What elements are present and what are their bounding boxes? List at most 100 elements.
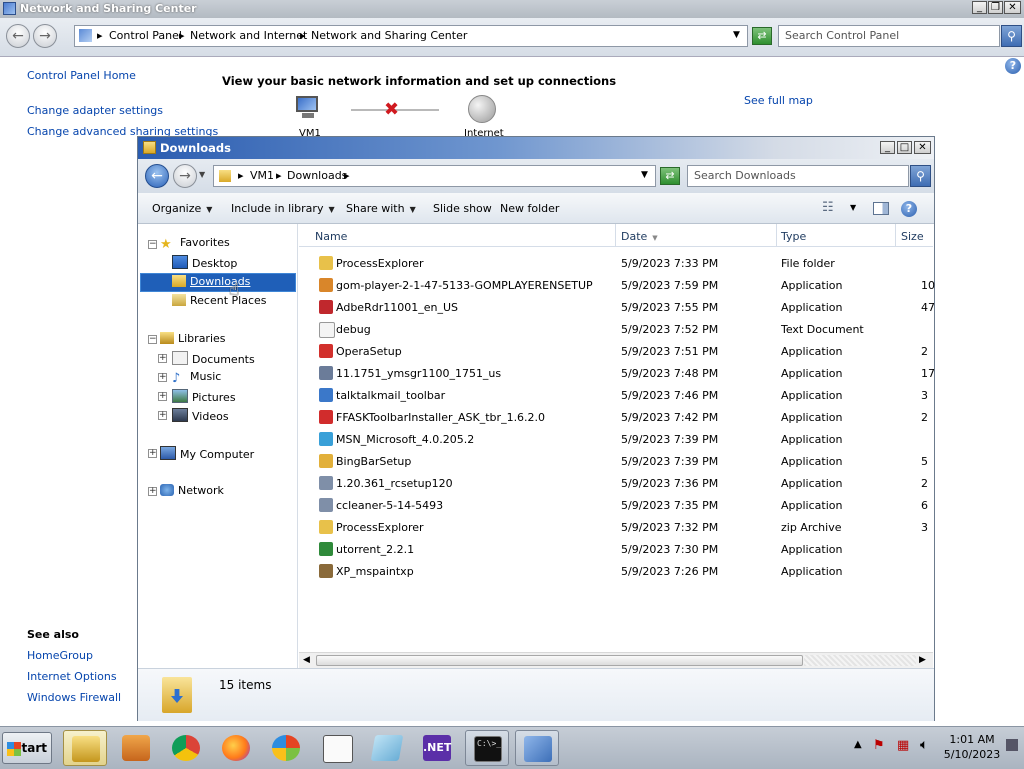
- volume-icon[interactable]: 🔈︎: [920, 737, 928, 753]
- horizontal-scrollbar[interactable]: ◀ ▶: [299, 652, 933, 669]
- column-header-name[interactable]: Name: [315, 230, 347, 243]
- recent-pages-dropdown-icon[interactable]: ▼: [199, 170, 205, 179]
- explorer-address-bar[interactable]: ▸ VM1 ▸ Downloads ▸ ▼: [213, 165, 656, 187]
- taskbar-control-panel-button[interactable]: [515, 730, 559, 766]
- taskbar-firefox-button[interactable]: [214, 730, 258, 766]
- table-row[interactable]: FFASKToolbarInstaller_ASK_tbr_1.6.2.0 5/9…: [299, 406, 933, 428]
- collapse-libraries-toggle[interactable]: −: [148, 335, 157, 344]
- nav-documents[interactable]: Documents: [172, 351, 255, 366]
- column-header-date[interactable]: Date ▼: [621, 230, 658, 243]
- table-row[interactable]: utorrent_2.2.1 5/9/2023 7:30 PM Applicatio…: [299, 538, 933, 560]
- taskbar-notepad-button[interactable]: [315, 730, 359, 766]
- table-row[interactable]: 11.1751_ymsgr1100_1751_us 5/9/2023 7:48 P…: [299, 362, 935, 384]
- column-header-size[interactable]: Size: [901, 230, 924, 243]
- table-row[interactable]: ProcessExplorer 5/9/2023 7:33 PM File fold…: [299, 252, 933, 274]
- table-row[interactable]: 1.20.361_rcsetup120 5/9/2023 7:36 PM Appli…: [299, 472, 933, 494]
- taskbar-dotnet-button[interactable]: .NET: [415, 730, 459, 766]
- nav-recent-places[interactable]: Recent Places: [172, 294, 267, 307]
- collapse-favorites-toggle[interactable]: −: [148, 240, 157, 249]
- nav-videos[interactable]: Videos: [172, 408, 229, 423]
- forward-button[interactable]: →: [33, 24, 57, 48]
- help-icon[interactable]: ?: [1005, 58, 1021, 74]
- restore-button[interactable]: ❐: [988, 1, 1003, 14]
- nav-music[interactable]: ♪ Music: [172, 370, 221, 386]
- explorer-search-input[interactable]: Search Downloads: [687, 165, 909, 187]
- nav-pictures[interactable]: Pictures: [172, 389, 236, 404]
- nav-network[interactable]: Network: [160, 484, 224, 497]
- expand-pictures-toggle[interactable]: +: [158, 392, 167, 401]
- expand-network-toggle[interactable]: +: [148, 487, 157, 496]
- bg-window-titlebar[interactable]: Network and Sharing Center _ ❐ ✕: [0, 0, 1024, 18]
- share-with-button[interactable]: Share with ▼: [346, 202, 416, 215]
- table-row[interactable]: OperaSetup 5/9/2023 7:51 PM Application 2: [299, 340, 933, 362]
- expand-documents-toggle[interactable]: +: [158, 354, 167, 363]
- close-button[interactable]: ✕: [1004, 1, 1021, 14]
- taskbar-windows-xp-button[interactable]: [264, 730, 308, 766]
- table-row[interactable]: ProcessExplorer 5/9/2023 7:32 PM zip Archi…: [299, 516, 933, 538]
- explorer-search-button[interactable]: ⚲: [910, 165, 931, 187]
- taskbar-media-player-button[interactable]: [114, 730, 158, 766]
- breadcrumb-network-internet[interactable]: Network and Internet: [190, 29, 307, 42]
- breadcrumb-vm1[interactable]: VM1: [250, 169, 274, 182]
- table-row[interactable]: talktalkmail_toolbar 5/9/2023 7:46 PM Appl…: [299, 384, 933, 406]
- windows-firewall-link[interactable]: Windows Firewall: [27, 691, 121, 704]
- table-row[interactable]: ccleaner-5-14-5493 5/9/2023 7:35 PM Applic…: [299, 494, 933, 516]
- internet-options-link[interactable]: Internet Options: [27, 670, 117, 683]
- system-clock[interactable]: 1:01 AM 5/10/2023: [930, 732, 1014, 762]
- scroll-right-icon[interactable]: ▶: [919, 655, 926, 665]
- search-button[interactable]: ⚲: [1001, 25, 1022, 47]
- preview-pane-icon[interactable]: [873, 202, 889, 215]
- explorer-close-button[interactable]: ✕: [914, 141, 931, 154]
- start-button[interactable]: Start: [2, 732, 52, 764]
- table-row[interactable]: XP_mspaintxp 5/9/2023 7:26 PM Application: [299, 560, 933, 582]
- column-header-type[interactable]: Type: [781, 230, 806, 243]
- back-button[interactable]: ←: [6, 24, 30, 48]
- taskbar-paint-button[interactable]: [365, 730, 409, 766]
- explorer-address-dropdown-icon[interactable]: ▼: [641, 170, 648, 180]
- organize-button[interactable]: Organize ▼: [152, 202, 212, 215]
- explorer-back-button[interactable]: ←: [145, 164, 169, 188]
- change-view-icon[interactable]: ☷: [822, 200, 834, 215]
- scroll-left-icon[interactable]: ◀: [303, 655, 310, 665]
- nav-my-computer[interactable]: My Computer: [160, 446, 254, 461]
- table-row[interactable]: MSN_Microsoft_4.0.205.2 5/9/2023 7:39 PM A…: [299, 428, 933, 450]
- breadcrumb-network-sharing-center[interactable]: Network and Sharing Center: [311, 29, 467, 42]
- new-folder-button[interactable]: New folder: [500, 202, 559, 215]
- refresh-button[interactable]: ⇄: [752, 27, 772, 45]
- explorer-maximize-button[interactable]: □: [897, 141, 912, 154]
- minimize-button[interactable]: _: [972, 1, 987, 14]
- taskbar-explorer-button[interactable]: [63, 730, 107, 766]
- homegroup-link[interactable]: HomeGroup: [27, 649, 93, 662]
- nav-favorites[interactable]: ★ Favorites: [160, 236, 230, 252]
- table-row[interactable]: BingBarSetup 5/9/2023 7:39 PM Application 5: [299, 450, 933, 472]
- explorer-forward-button[interactable]: →: [173, 164, 197, 188]
- breadcrumb-downloads[interactable]: Downloads: [287, 169, 347, 182]
- table-row[interactable]: debug 5/9/2023 7:52 PM Text Document: [299, 318, 933, 340]
- control-panel-home-link[interactable]: Control Panel Home: [27, 69, 136, 82]
- explorer-minimize-button[interactable]: _: [880, 141, 895, 154]
- breadcrumb-control-panel[interactable]: Control Panel: [109, 29, 182, 42]
- explorer-help-icon[interactable]: ?: [901, 201, 917, 217]
- action-center-icon[interactable]: ⚑: [873, 738, 885, 753]
- taskbar-cmd-button[interactable]: C:\>_: [465, 730, 509, 766]
- view-options-dropdown-icon[interactable]: ▼: [850, 203, 856, 212]
- see-full-map-link[interactable]: See full map: [744, 94, 813, 107]
- taskbar-chrome-button[interactable]: [164, 730, 208, 766]
- expand-music-toggle[interactable]: +: [158, 373, 167, 382]
- slide-show-button[interactable]: Slide show: [433, 202, 492, 215]
- explorer-refresh-button[interactable]: ⇄: [660, 167, 680, 185]
- expand-my-computer-toggle[interactable]: +: [148, 449, 157, 458]
- change-adapter-settings-link[interactable]: Change adapter settings: [27, 104, 163, 117]
- expand-videos-toggle[interactable]: +: [158, 411, 167, 420]
- nav-libraries[interactable]: Libraries: [160, 332, 226, 345]
- nav-desktop[interactable]: Desktop: [172, 255, 237, 270]
- network-status-icon[interactable]: ▦: [897, 738, 909, 753]
- include-in-library-button[interactable]: Include in library ▼: [231, 202, 335, 215]
- table-row[interactable]: AdbeRdr11001_en_US 5/9/2023 7:55 PM Applic…: [299, 296, 935, 318]
- scrollbar-track[interactable]: [804, 655, 916, 666]
- search-input[interactable]: Search Control Panel: [778, 25, 1000, 47]
- explorer-titlebar[interactable]: Downloads _ □ ✕: [138, 137, 934, 159]
- address-dropdown-icon[interactable]: ▼: [733, 30, 740, 40]
- scrollbar-thumb[interactable]: [316, 655, 803, 666]
- table-row[interactable]: gom-player-2-1-47-5133-GOMPLAYERENSETUP 5…: [299, 274, 935, 296]
